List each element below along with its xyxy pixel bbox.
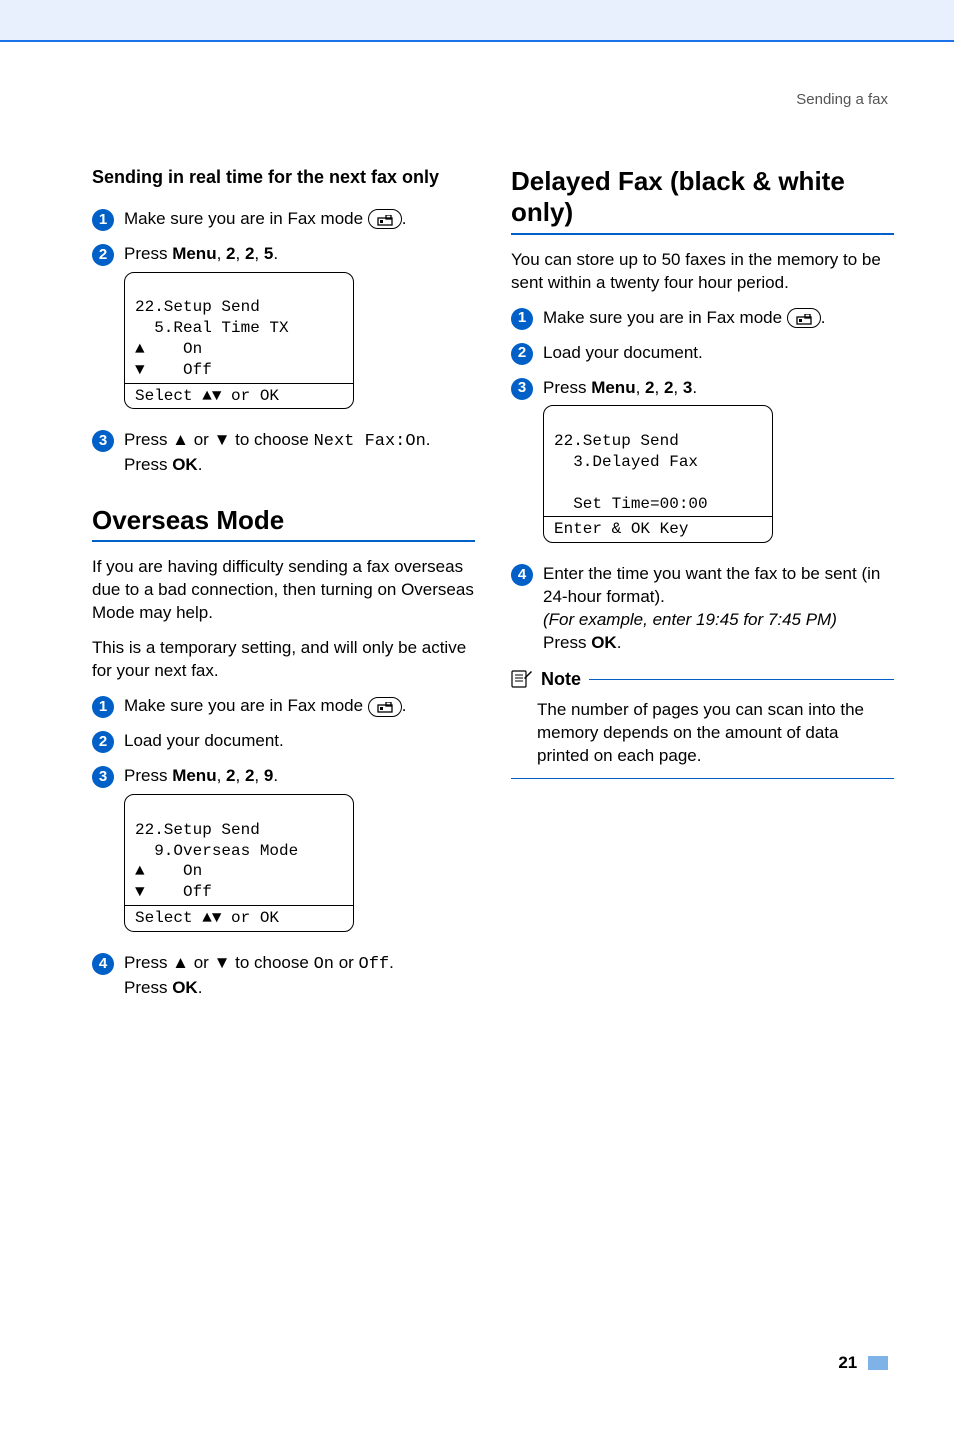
note-body: The number of pages you can scan into th… xyxy=(511,699,894,768)
right-column: Delayed Fax (black & white only) You can… xyxy=(511,166,894,1011)
step-badge-3: 3 xyxy=(511,378,533,400)
step-badge-3: 3 xyxy=(92,766,114,788)
step-badge-2: 2 xyxy=(92,244,114,266)
note-label: Note xyxy=(541,667,581,691)
step-badge-2: 2 xyxy=(92,731,114,753)
lcd-display-overseas: 22.Setup Send 9.Overseas Mode ▲ On ▼ Off… xyxy=(124,794,354,932)
page-bar-icon xyxy=(868,1356,888,1370)
step-4-delayed: 4 Enter the time you want the fax to be … xyxy=(511,563,894,655)
step-3-realtime: 3 Press ▲ or ▼ to choose Next Fax:On. Pr… xyxy=(92,429,475,477)
heading-overseas: Overseas Mode xyxy=(92,505,475,542)
left-column: Sending in real time for the next fax on… xyxy=(92,166,475,1011)
step-badge-3: 3 xyxy=(92,430,114,452)
heading-delayed-fax: Delayed Fax (black & white only) xyxy=(511,166,894,234)
step-4-overseas: 4 Press ▲ or ▼ to choose On or Off. Pres… xyxy=(92,952,475,1000)
step-2-overseas: 2 Load your document. xyxy=(92,730,475,753)
fax-mode-icon xyxy=(368,697,402,717)
step-badge-4: 4 xyxy=(92,953,114,975)
note-end-rule xyxy=(511,778,894,779)
note-header: Note xyxy=(511,667,894,691)
step-badge-1: 1 xyxy=(92,209,114,231)
fax-mode-icon xyxy=(368,209,402,229)
lcd-display-realtime: 22.Setup Send 5.Real Time TX ▲ On ▼ Off … xyxy=(124,272,354,410)
overseas-p1: If you are having difficulty sending a f… xyxy=(92,556,475,625)
step-badge-2: 2 xyxy=(511,343,533,365)
step-text: Make sure you are in Fax mode xyxy=(543,308,787,327)
breadcrumb: Sending a fax xyxy=(92,90,894,110)
note-icon xyxy=(511,670,533,688)
fax-mode-icon xyxy=(787,308,821,328)
step-1-realtime: 1 Make sure you are in Fax mode . xyxy=(92,208,475,231)
step-3-overseas: 3 Press Menu, 2, 2, 9. 22.Setup Send 9.O… xyxy=(92,765,475,940)
step-badge-4: 4 xyxy=(511,564,533,586)
step-text: Load your document. xyxy=(124,730,475,753)
page-number: 21 xyxy=(838,1353,857,1372)
step-2-realtime: 2 Press Menu, 2, 2, 5. 22.Setup Send 5.R… xyxy=(92,243,475,418)
step-1-overseas: 1 Make sure you are in Fax mode . xyxy=(92,695,475,718)
step-1-delayed: 1 Make sure you are in Fax mode . xyxy=(511,307,894,330)
step-2-delayed: 2 Load your document. xyxy=(511,342,894,365)
step-badge-1: 1 xyxy=(511,308,533,330)
step-text: Make sure you are in Fax mode xyxy=(124,696,368,715)
step-3-delayed: 3 Press Menu, 2, 2, 3. 22.Setup Send 3.D… xyxy=(511,377,894,552)
subheading-realtime: Sending in real time for the next fax on… xyxy=(92,166,475,189)
step-text: Load your document. xyxy=(543,342,894,365)
step-text: Make sure you are in Fax mode xyxy=(124,209,368,228)
top-band xyxy=(0,0,954,42)
page-content: Sending a fax 3 Sending in real time for… xyxy=(0,42,954,1435)
delayed-p1: You can store up to 50 faxes in the memo… xyxy=(511,249,894,295)
note-rule xyxy=(589,679,894,680)
lcd-display-delayed: 22.Setup Send 3.Delayed Fax Set Time=00:… xyxy=(543,405,773,543)
overseas-p2: This is a temporary setting, and will on… xyxy=(92,637,475,683)
step-badge-1: 1 xyxy=(92,696,114,718)
footer: 21 xyxy=(92,1352,894,1375)
